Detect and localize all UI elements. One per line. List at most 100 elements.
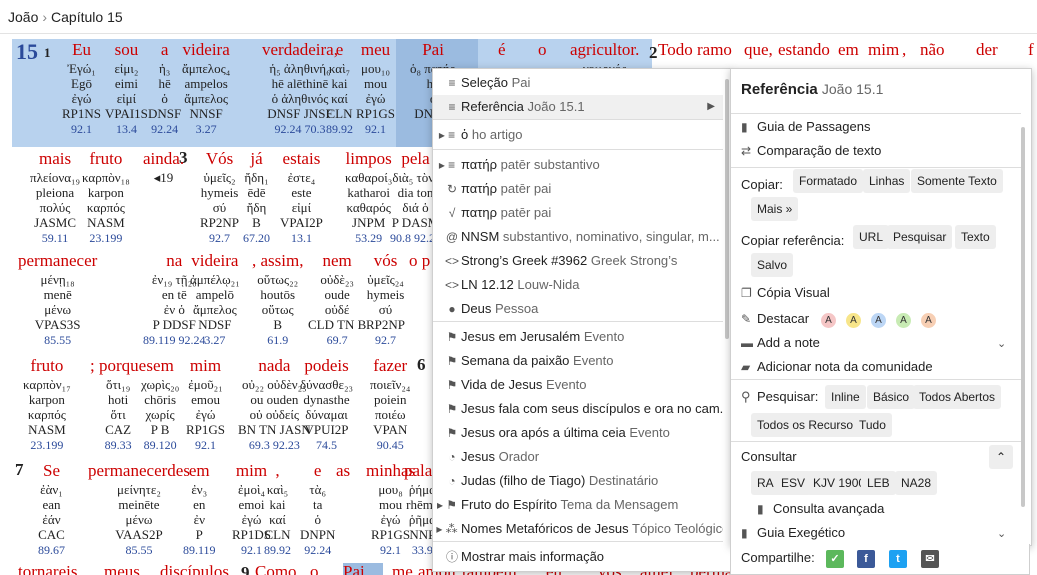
interlinear-word[interactable]: o p [409, 250, 430, 332]
interlinear-word[interactable]: videira ἀμπέλῳ₂₁ ampelō ἄμπελος NDSF 3.27 [190, 250, 240, 348]
interlinear-word[interactable]: limpos καθαροί₃ katharoi καθαρός JNPM 53.29 [345, 148, 392, 246]
context-menu-item[interactable]: <> LN 12.12 Louw-Nida [433, 273, 723, 297]
interlinear-word[interactable]: me [392, 561, 413, 575]
interlinear-word[interactable]: sou εἰμι₂ eimi εἰμί VPAI1S 13.4 [105, 39, 148, 137]
context-menu-item[interactable]: ⚑ Semana da paixão Evento [433, 349, 723, 373]
context-menu-item[interactable]: ≡ Seleção Pai [433, 71, 723, 95]
interlinear-word[interactable]: Vós ὑμεῖς₂ hymeis σύ RP2NP 92.7 [200, 148, 239, 246]
interlinear-word[interactable]: fruto καρπὸν₁₇ karpon καρπός NASM 23.199 [23, 355, 71, 453]
interlinear-word[interactable]: , [902, 39, 906, 61]
interlinear-word[interactable]: não [920, 39, 945, 61]
highlight-swatch[interactable]: A [871, 313, 886, 328]
context-menu-item[interactable]: ◔ Judas (filho de Tiago) Destinatário [433, 469, 723, 493]
interlinear-word[interactable]: discípulos [160, 561, 229, 575]
context-menu-item[interactable]: √ πατηρ patēr pai [433, 201, 723, 225]
interlinear-word[interactable]: estando [778, 39, 830, 61]
interlinear-word[interactable]: sem χωρὶς₂₀ chōris χωρίς P B 89.120 [141, 355, 179, 453]
interlinear-word[interactable]: videira ἄμπελος₄ ampelos ἄμπελος NNSF 3.27 [182, 39, 230, 137]
copiar-ref-button[interactable]: Salvo [751, 253, 794, 277]
interlinear-word[interactable]: em ἐν₃ en ἐν P 89.119 [183, 460, 216, 558]
copiar-button[interactable]: Formatado [793, 169, 864, 193]
interlinear-word[interactable]: ainda. ◂19 [143, 148, 184, 230]
interlinear-word[interactable]: em [838, 39, 859, 61]
copiar-ref-button[interactable]: Texto [955, 225, 996, 249]
copiar-button[interactable]: Somente Texto [911, 169, 1003, 193]
interlinear-word[interactable]: ramo [697, 39, 732, 61]
guia-exegetico-link[interactable]: ▮ Guia Exegético [741, 525, 845, 540]
interlinear-word[interactable]: meus [104, 561, 140, 575]
copiar-ref-button[interactable]: Pesquisar [887, 225, 953, 249]
interlinear-word[interactable]: o [310, 561, 319, 575]
context-menu-item[interactable]: ⓘ Mostrar mais informação [433, 545, 723, 569]
interlinear-word[interactable]: meu μου₁₀ mou ἐγώ RP1GS 92.1 [356, 39, 395, 137]
interlinear-word[interactable]: permanecer μένῃ₁₈ menē μένω VPAS3S 85.55 [18, 250, 97, 348]
interlinear-word[interactable]: permanecerdes μείνητε₂ meinēte μένω VAAS2P 85… [88, 460, 190, 558]
interlinear-word[interactable]: estais ἐστε₄ este εἰμί VPAI2P 13.1 [280, 148, 323, 246]
pesquisar-button[interactable]: Todos Abertos [913, 385, 1002, 409]
context-menu-item[interactable]: ▸ ⁂ Nomes Metafóricos de Jesus Tópico Teo… [433, 517, 723, 541]
interlinear-word[interactable]: mais πλείονα₁₉ pleiona πολύς JASMC 59.11 [30, 148, 80, 246]
breadcrumb-chapter[interactable]: Capítulo 15 [51, 9, 123, 25]
pesquisar-button[interactable]: Tudo [853, 413, 892, 437]
context-menu-item[interactable]: @ NNSM substantivo, nominativo, singular,… [433, 225, 723, 249]
copiar-button[interactable]: Linhas [863, 169, 911, 193]
interlinear-word[interactable]: ; porque ὅτι₁₉ hoti ὅτι CAZ 89.33 [90, 355, 146, 453]
faithlife-share-icon[interactable]: ✓ [826, 550, 844, 568]
consultar-button[interactable]: LEB [861, 471, 896, 495]
highlight-swatch[interactable]: A [821, 313, 836, 328]
interlinear-word[interactable]: Todo [658, 39, 693, 61]
interlinear-word[interactable]: tornareis [18, 561, 77, 575]
interlinear-word[interactable]: nem οὐδὲ₂₃ oude οὐδέ CLD TN B 69.7 [308, 250, 366, 348]
interlinear-word[interactable]: fazer ποιεῖν₂₄ poiein ποιέω VPAN 90.45 [370, 355, 410, 453]
interlinear-word[interactable]: as [336, 460, 350, 542]
interlinear-word[interactable]: mim ἐμοῦ₂₁ emou ἐγώ RP1GS 92.1 [186, 355, 225, 453]
context-menu-item[interactable]: ⚑ Jesus ora após a última ceia Evento [433, 421, 723, 445]
context-menu-item[interactable]: ≡ Referência João 15.1 ▶ [433, 95, 723, 119]
add-note-link[interactable]: ▬ Add a note [741, 335, 820, 350]
interlinear-word[interactable]: , assim, οὕτως₂₂ houtōs οὕτως B 61.9 [252, 250, 303, 348]
chevron-down-icon[interactable]: ⌄ [997, 527, 1006, 540]
interlinear-word[interactable]: Pai [343, 561, 365, 575]
guia-passagens-link[interactable]: ▮ Guia de Passagens [741, 119, 870, 134]
interlinear-word[interactable]: e τὰ₆ ta ὁ DNPN 92.24 [300, 460, 335, 558]
interlinear-word[interactable]: Eu Ἐγώ₁ Egō ἐγώ RP1NS 92.1 [62, 39, 101, 137]
context-menu-item[interactable]: ◔ Jesus Orador [433, 445, 723, 469]
context-menu-item[interactable]: ▸ ≡ πατήρ patēr substantivo [433, 153, 723, 177]
pesquisar-button[interactable]: Básico [867, 385, 916, 409]
interlinear-word[interactable]: der [976, 39, 998, 61]
interlinear-word[interactable]: Se ἐὰν₁ ean ἐάν CAC 89.67 [38, 460, 65, 558]
interlinear-word[interactable]: que, [744, 39, 773, 61]
interlinear-word[interactable]: já ἤδη₁ ēdē ἤδη B 67.20 [243, 148, 270, 246]
interlinear-word[interactable]: Como [255, 561, 297, 575]
copia-visual-link[interactable]: ❐ Cópia Visual [741, 285, 830, 300]
context-menu-item[interactable]: ● Deus Pessoa [433, 297, 723, 321]
interlinear-word[interactable]: mim [868, 39, 899, 61]
context-menu-item[interactable]: ⚑ Vida de Jesus Evento [433, 373, 723, 397]
chevron-down-icon[interactable]: ⌄ [997, 337, 1006, 350]
interlinear-word[interactable]: , καὶ₅ kai καί CLN 89.92 [264, 460, 291, 558]
interlinear-word[interactable]: e καὶ₇ kai καί CLN 89.92 [326, 39, 353, 137]
interlinear-word[interactable]: fruto καρπὸν₁₈ karpon καρπός NASM 23.199 [82, 148, 130, 246]
context-menu-item[interactable]: ▸ ≡ ὁ ho artigo [433, 123, 723, 147]
pesquisar-button[interactable]: Todos os Recursos [751, 413, 866, 437]
twitter-share-icon[interactable]: t [889, 550, 907, 568]
context-menu-item[interactable]: ⚑ Jesus fala com seus discípulos e ora no… [433, 397, 723, 421]
pesquisar-button[interactable]: Inline [825, 385, 866, 409]
facebook-share-icon[interactable]: f [857, 550, 875, 568]
context-menu-item[interactable]: ↻ πατήρ patēr pai [433, 177, 723, 201]
consultar-button[interactable]: ESV [775, 471, 812, 495]
interlinear-word[interactable]: f [1028, 39, 1034, 61]
context-menu-item[interactable]: <> Strong’s Greek #3962 Greek Strong’s [433, 249, 723, 273]
context-menu-item[interactable]: ⚑ Jesus em Jerusalém Evento [433, 325, 723, 349]
interlinear-word[interactable]: a ἡ₃ hē ὁ DNSF 92.24 [148, 39, 181, 137]
copiar-button[interactable]: Mais » [751, 197, 799, 221]
email-share-icon[interactable]: ✉ [921, 550, 939, 568]
breadcrumb-book[interactable]: João [8, 9, 38, 25]
context-menu-item[interactable]: ▸ ⚑ Fruto do Espírito Tema da Mensagem [433, 493, 723, 517]
interlinear-word[interactable]: podeis δύνασθε₂₃ dynasthe δύναμαι VPUI2P 74.5 [300, 355, 353, 453]
copiar-ref-button[interactable]: URL [853, 225, 890, 249]
adicionar-nota-link[interactable]: ▰ Adicionar nota da comunidade [741, 359, 933, 374]
panel-scrollbar[interactable] [1021, 127, 1025, 507]
chevron-up-icon[interactable]: ⌃ [989, 445, 1013, 469]
interlinear-word[interactable]: vós ὑμεῖς₂₄ hymeis σύ RP2NP 92.7 [366, 250, 405, 348]
